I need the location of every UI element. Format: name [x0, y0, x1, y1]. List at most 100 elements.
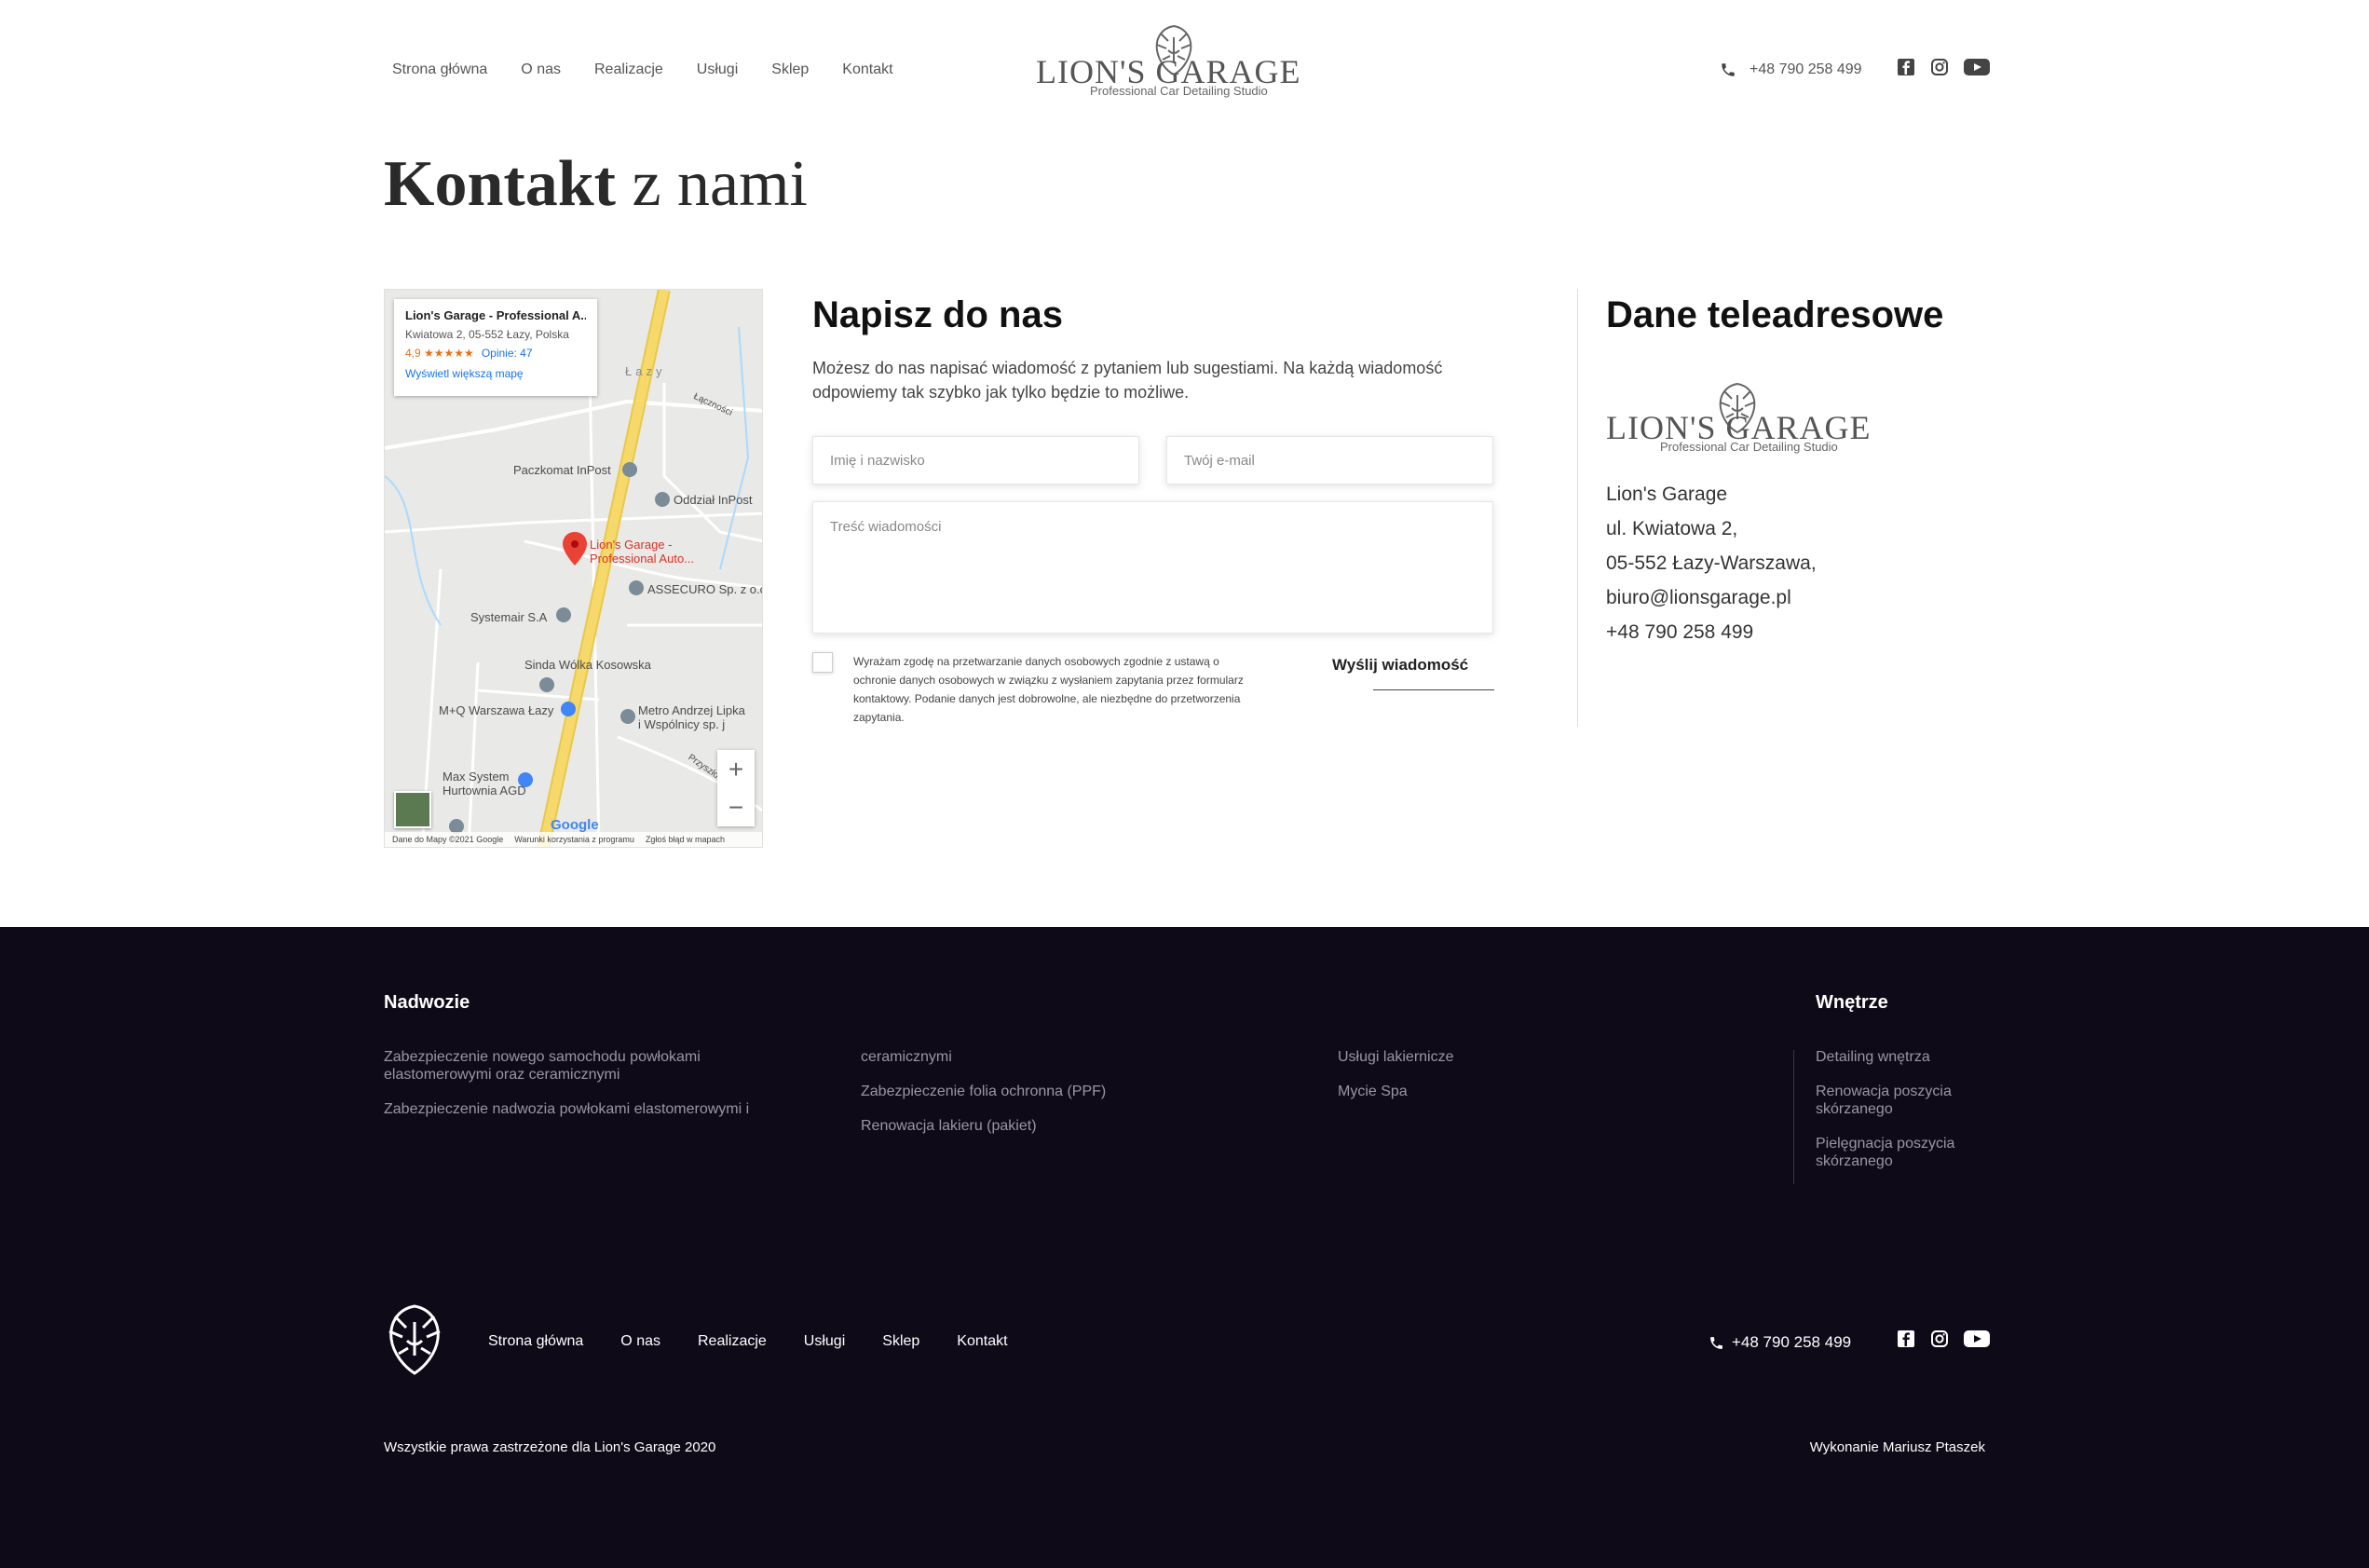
map-reviews-link[interactable]: Opinie: 47 — [482, 347, 533, 360]
map-label-systemair: Systemair S.A — [470, 610, 548, 624]
map-label-lions-line2: Professional Auto... — [590, 552, 695, 566]
footer-link[interactable]: ceramicznymi — [861, 1048, 1215, 1066]
map-larger-link[interactable]: Wyświetl większą mapę — [405, 367, 586, 380]
map-label-max-line1: Max System — [442, 770, 510, 784]
footer-col-nadwozie: Zabezpieczenie nowego samochodu powłokam… — [384, 1048, 794, 1135]
footer-copyright: Wszystkie prawa zastrzeżone dla Lion's G… — [384, 1439, 716, 1455]
contact-address-block: Lion's Garage ul. Kwiatowa 2, 05-552 Łaz… — [1606, 477, 1817, 649]
instagram-icon[interactable] — [1930, 1329, 1949, 1348]
footer-nav-about[interactable]: O nas — [620, 1333, 660, 1350]
google-map[interactable]: Lion's Garage - Professional A... Kwiato… — [384, 289, 763, 848]
footer-col-2: ceramicznymi Zabezpieczenie folia ochron… — [861, 1048, 1215, 1152]
contact-company: Lion's Garage — [1606, 484, 1728, 505]
footer-link[interactable]: Usługi lakiernicze — [1338, 1048, 1617, 1066]
zoom-in-icon[interactable]: + — [728, 755, 743, 784]
contact-logo-tagline: Professional Car Detailing Studio — [1660, 440, 1838, 454]
map-terms-link[interactable]: Warunki korzystania z programu — [514, 835, 634, 844]
footer-nav-home[interactable]: Strona główna — [488, 1333, 583, 1350]
footer-nav: Strona główna O nas Realizacje Usługi Sk… — [488, 1333, 1008, 1350]
contact-email[interactable]: biuro@lionsgarage.pl — [1606, 580, 1817, 615]
page-title-bold: Kontakt — [384, 148, 616, 220]
footer-link[interactable]: Detailing wnętrza — [1816, 1048, 1985, 1066]
map-label-metro-line1: Metro Andrzej Lipka — [638, 703, 745, 717]
submit-underline — [1373, 689, 1494, 690]
map-label-lazy: Łazy — [625, 364, 666, 378]
footer-col-nadwozie-title: Nadwozie — [384, 992, 470, 1013]
submit-button[interactable]: Wyślij wiadomość — [1332, 656, 1468, 675]
map-satellite-toggle[interactable] — [394, 791, 431, 828]
zoom-out-icon[interactable]: − — [728, 793, 743, 823]
nav-contact[interactable]: Kontakt — [842, 61, 892, 78]
consent-checkbox[interactable] — [812, 652, 833, 673]
map-report-link[interactable]: Zgłoś błąd w mapach — [646, 835, 725, 844]
map-place-title: Lion's Garage - Professional A... — [405, 308, 586, 322]
nav-services[interactable]: Usługi — [697, 61, 738, 78]
footer-link[interactable]: Zabezpieczenie nowego samochodu powłokam… — [384, 1048, 794, 1084]
map-label-metro: Metro Andrzej Lipka i Wspólnicy sp. j — [638, 703, 745, 731]
footer-nav-services[interactable]: Usługi — [804, 1333, 845, 1350]
map-zoom-controls: + − — [717, 750, 755, 826]
map-label-sinda: Sinda Wólka Kosowska — [524, 658, 651, 672]
footer-link[interactable]: Renowacja lakieru (pakiet) — [861, 1117, 1215, 1135]
facebook-icon[interactable] — [1897, 58, 1915, 76]
map-label-assecuro: ASSECURO Sp. z o.o. — [647, 582, 763, 596]
footer-link[interactable]: Zabezpieczenie nadwozia powłokami elasto… — [384, 1100, 794, 1118]
consent-text: Wyrażam zgodę na przetwarzanie danych os… — [853, 655, 1244, 724]
contact-heading: Dane teleadresowe — [1606, 294, 1944, 335]
footer-nav-contact[interactable]: Kontakt — [957, 1333, 1007, 1350]
youtube-icon[interactable] — [1964, 1329, 1990, 1348]
site-footer: Nadwozie Zabezpieczenie nowego samochodu… — [0, 927, 2369, 1568]
facebook-icon[interactable] — [1897, 1329, 1915, 1348]
map-label-max: Max System Hurtownia AGD — [442, 770, 526, 798]
footer-phone[interactable]: +48 790 258 499 — [1709, 1333, 1851, 1352]
email-input[interactable]: Twój e-mail — [1166, 436, 1493, 484]
footer-nav-realizations[interactable]: Realizacje — [698, 1333, 767, 1350]
phone-icon — [1722, 63, 1735, 76]
message-textarea[interactable]: Treść wiadomości — [812, 501, 1493, 634]
footer-link[interactable]: Zabezpieczenie folia ochronna (PPF) — [861, 1083, 1215, 1100]
map-rating-value: 4,9 ★★★★★ — [405, 347, 474, 360]
name-input[interactable]: Imię i nazwisko — [812, 436, 1139, 484]
footer-link[interactable]: Renowacja poszycia skórzanego — [1816, 1083, 1985, 1118]
contact-phone[interactable]: +48 790 258 499 — [1606, 615, 1817, 649]
page-title-light: z nami — [632, 148, 808, 220]
map-label-oddzial: Oddział InPost — [674, 493, 753, 507]
instagram-icon[interactable] — [1930, 58, 1949, 76]
footer-link[interactable]: Pielęgnacja poszycia skórzanego — [1816, 1135, 1985, 1170]
form-description: Możesz do nas napisać wiadomość z pytani… — [812, 359, 1443, 402]
contact-city: 05-552 Łazy-Warszawa, — [1606, 552, 1817, 574]
phone-icon — [1710, 1336, 1722, 1349]
footer-lion-logo-icon[interactable] — [382, 1303, 447, 1376]
google-logo: Google — [551, 817, 599, 833]
page-title: Kontakt z nami — [384, 147, 808, 222]
footer-col-wnetrze-title: Wnętrze — [1816, 992, 1888, 1013]
map-label-max-line2: Hurtownia AGD — [442, 784, 526, 798]
map-label-mq: M+Q Warszawa Łazy — [439, 703, 554, 717]
footer-phone-number: +48 790 258 499 — [1732, 1333, 1852, 1351]
footer-link[interactable]: Mycie Spa — [1338, 1083, 1617, 1100]
nav-about[interactable]: O nas — [521, 61, 561, 78]
nav-shop[interactable]: Sklep — [771, 61, 809, 78]
map-label-metro-line2: i Wspólnicy sp. j — [638, 717, 726, 731]
header-social — [1897, 58, 1990, 76]
footer-credit: Wykonanie Mariusz Ptaszek — [1809, 1439, 1985, 1455]
footer-social — [1897, 1329, 1990, 1348]
footer-nav-shop[interactable]: Sklep — [882, 1333, 919, 1350]
site-header: Strona główna O nas Realizacje Usługi Sk… — [0, 0, 2369, 140]
map-label-lions-line1: Lion's Garage - — [590, 538, 673, 552]
youtube-icon[interactable] — [1964, 58, 1990, 76]
main-nav: Strona główna O nas Realizacje Usługi Sk… — [392, 61, 893, 78]
footer-col-wnetrze: Detailing wnętrza Renowacja poszycia skó… — [1816, 1048, 1985, 1187]
map-label-paczkomat: Paczkomat InPost — [513, 463, 611, 477]
map-place-address: Kwiatowa 2, 05-552 Łazy, Polska — [405, 328, 569, 341]
map-place-card: Lion's Garage - Professional A... Kwiato… — [394, 299, 597, 396]
footer-col-3: Usługi lakiernicze Mycie Spa — [1338, 1048, 1617, 1117]
map-label-lions: Lion's Garage - Professional Auto... — [590, 538, 694, 566]
column-divider — [1577, 289, 1578, 727]
map-data-credit: Dane do Mapy ©2021 Google — [392, 835, 504, 844]
nav-home[interactable]: Strona główna — [392, 61, 487, 78]
contact-logo: LION'S GARAGE Professional Car Detailing… — [1606, 382, 1904, 457]
header-phone[interactable]: +48 790 258 499 — [1720, 61, 1862, 78]
header-logo[interactable]: LION'S GARAGE Professional Car Detailing… — [1036, 24, 1334, 104]
nav-realizations[interactable]: Realizacje — [594, 61, 663, 78]
